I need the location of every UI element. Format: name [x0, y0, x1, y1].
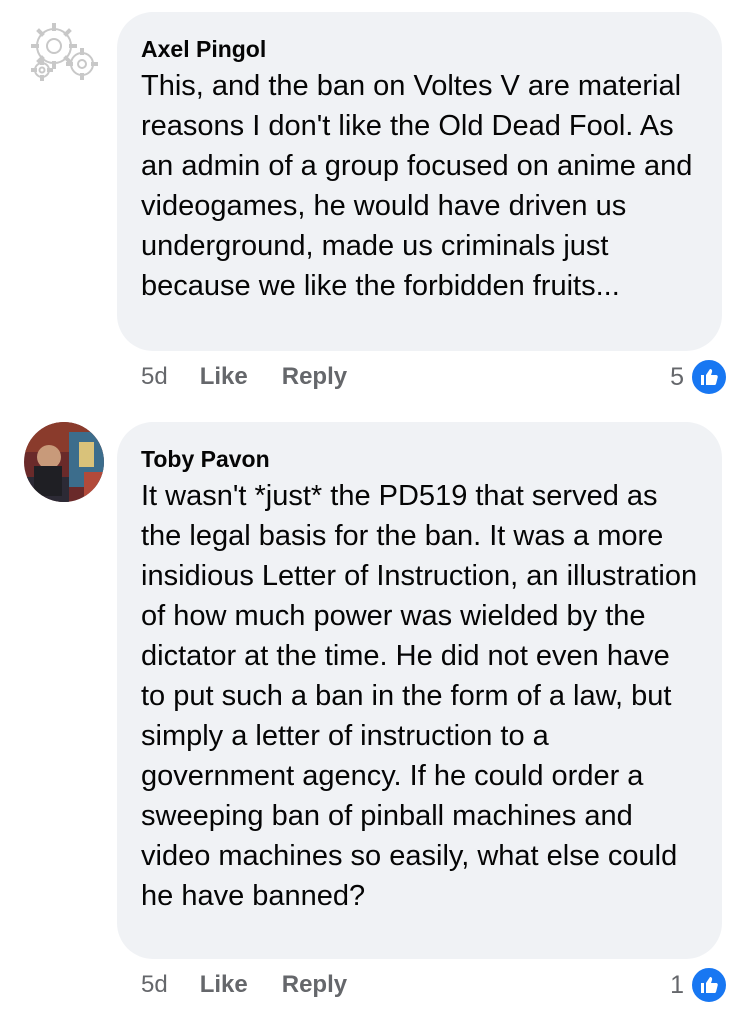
reaction-summary[interactable]: 5 — [670, 357, 728, 397]
comment-text: It wasn't *just* the PD519 that served a… — [141, 480, 698, 912]
comment-actions: 5d Like Reply — [141, 965, 381, 1005]
avatar[interactable] — [24, 422, 104, 502]
profile-photo-avatar — [24, 422, 104, 502]
comment-timestamp[interactable]: 5d — [141, 971, 168, 999]
comment-author[interactable]: Toby Pavon — [141, 444, 698, 474]
comment-actions: 5d Like Reply — [141, 357, 381, 397]
reply-button[interactable]: Reply — [282, 971, 347, 999]
comment-timestamp[interactable]: 5d — [141, 363, 168, 391]
thumbs-up-icon — [690, 358, 728, 396]
comment-bubble: Axel Pingol This, and the ban on Voltes … — [117, 12, 722, 351]
like-button[interactable]: Like — [200, 971, 248, 999]
avatar[interactable] — [24, 12, 104, 92]
reaction-summary[interactable]: 1 — [670, 965, 728, 1005]
comment-text: This, and the ban on Voltes V are materi… — [141, 70, 693, 302]
reaction-count: 5 — [670, 362, 684, 391]
reaction-count: 1 — [670, 970, 684, 999]
thumbs-up-icon — [690, 966, 728, 1004]
comment-bubble: Toby Pavon It wasn't *just* the PD519 th… — [117, 422, 722, 959]
like-button[interactable]: Like — [200, 363, 248, 391]
gears-default-avatar-icon — [31, 23, 98, 81]
comment-author[interactable]: Axel Pingol — [141, 34, 698, 64]
reply-button[interactable]: Reply — [282, 363, 347, 391]
